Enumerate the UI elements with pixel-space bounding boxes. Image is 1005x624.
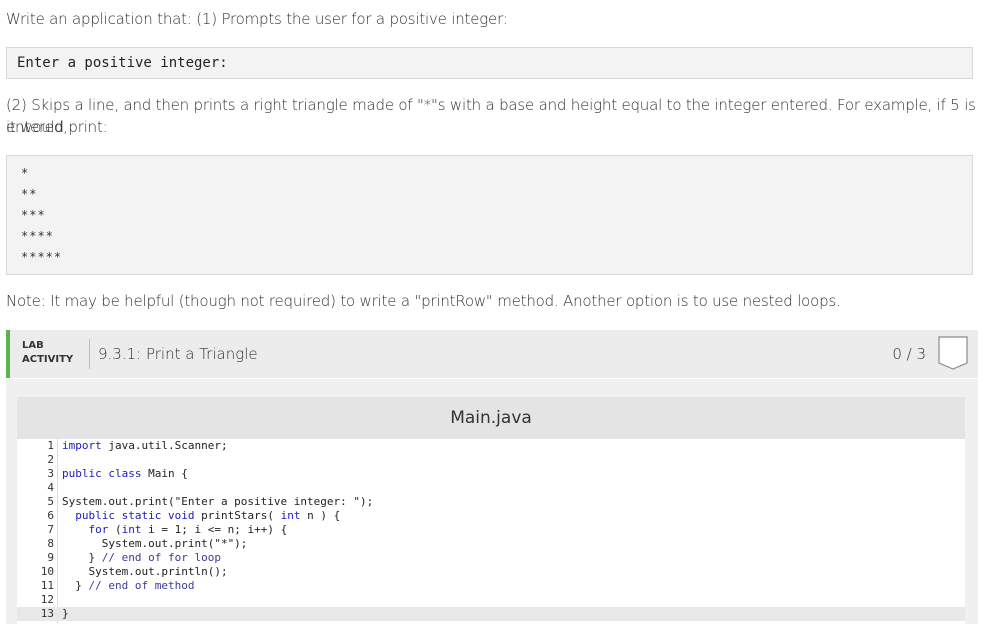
code-line[interactable]: 9 } // end of for loop	[17, 551, 965, 565]
code-line[interactable]: 11 } // end of method	[17, 579, 965, 593]
sample-output-row: ***	[21, 208, 46, 222]
code-text[interactable]: } // end of for loop	[62, 551, 220, 565]
line-number: 10	[40, 565, 54, 578]
line-number: 7	[47, 523, 54, 536]
code-text[interactable]: System.out.print("*");	[62, 537, 248, 551]
code-text[interactable]: } // end of method	[62, 579, 194, 593]
code-text[interactable]: System.out.print("Enter a positive integ…	[62, 495, 373, 509]
code-text[interactable]: public static void printStars( int n ) {	[62, 509, 340, 523]
code-editor-panel: Main.java 1 import java.util.Scanner; 2 3 pu…	[6, 379, 978, 624]
code-editor[interactable]: 1 import java.util.Scanner; 2 3 public class…	[17, 439, 965, 624]
code-text[interactable]: }	[62, 607, 69, 621]
line-number: 11	[40, 579, 54, 592]
line-number: 2	[47, 453, 54, 466]
code-text[interactable]: System.out.println();	[62, 565, 227, 579]
sample-output-box: * ** *** **** *****	[6, 155, 973, 275]
code-line[interactable]: 5 System.out.print("Enter a positive inte…	[17, 495, 965, 509]
note-text: Note: It may be helpful (though not requ…	[6, 292, 841, 310]
line-number: 3	[47, 467, 54, 480]
prompt-sample-text: Enter a positive integer:	[17, 55, 228, 71]
step2-text-line1: (2) Skips a line, and then prints a righ…	[6, 96, 976, 136]
editor-filename-tab[interactable]: Main.java	[17, 397, 965, 439]
code-text[interactable]: for (int i = 1; i <= n; i++) {	[62, 523, 288, 537]
completion-badge-icon	[938, 336, 968, 370]
line-number: 12	[40, 593, 54, 606]
code-line[interactable]: 8 System.out.print("*");	[17, 537, 965, 551]
sample-output-row: **	[21, 187, 38, 201]
intro-text: Write an application that: (1) Prompts t…	[6, 10, 508, 28]
line-number: 4	[47, 481, 54, 494]
prompt-sample-box: Enter a positive integer:	[6, 47, 973, 79]
code-line[interactable]: 13}	[17, 607, 965, 621]
code-line[interactable]: 3 public class Main {	[17, 467, 965, 481]
lab-title: 9.3.1: Print a Triangle	[98, 345, 258, 363]
line-number: 13	[40, 607, 54, 620]
line-number: 1	[47, 439, 54, 452]
code-line[interactable]: 12	[17, 593, 965, 607]
line-number: 5	[47, 495, 54, 508]
sample-output-row: ****	[21, 229, 54, 243]
line-number: 9	[47, 551, 54, 564]
step2-text-line2: it would print:	[6, 118, 108, 136]
lab-activity-header: LAB ACTIVITY 9.3.1: Print a Triangle 0 /…	[6, 330, 978, 378]
line-number: 8	[47, 537, 54, 550]
code-line[interactable]: 10 System.out.println();	[17, 565, 965, 579]
code-text[interactable]: import java.util.Scanner;	[62, 439, 228, 453]
line-number: 6	[47, 509, 54, 522]
lab-activity-tag: LAB ACTIVITY	[22, 339, 73, 367]
sample-output-row: *****	[21, 250, 63, 264]
code-text[interactable]: public class Main {	[62, 467, 188, 481]
code-line[interactable]: 1 import java.util.Scanner;	[17, 439, 965, 453]
sample-output-row: *	[21, 166, 30, 180]
code-line[interactable]: 4	[17, 481, 965, 495]
lab-score: 0 / 3	[892, 345, 926, 363]
lab-tag-line2: ACTIVITY	[22, 354, 74, 365]
code-line[interactable]: 2	[17, 453, 965, 467]
code-line[interactable]: 6 public static void printStars( int n )…	[17, 509, 965, 523]
lab-tag-line1: LAB	[22, 340, 44, 351]
code-line[interactable]: 7 for (int i = 1; i <= n; i++) {	[17, 523, 965, 537]
lab-divider	[89, 339, 90, 369]
